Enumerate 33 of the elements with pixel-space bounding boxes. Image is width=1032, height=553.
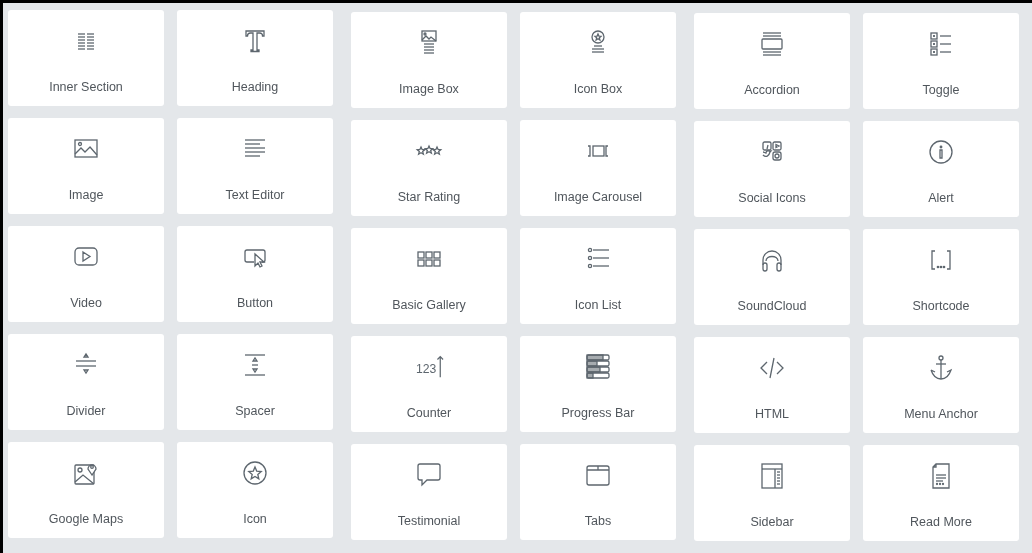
- widget-button[interactable]: Sidebar: [694, 445, 850, 541]
- widget-button[interactable]: Icon List: [520, 228, 676, 324]
- widget-button[interactable]: Accordion: [694, 13, 850, 109]
- progress-bars-icon: [583, 352, 613, 382]
- info-icon: [926, 137, 956, 167]
- widget-button[interactable]: Read More: [863, 445, 1019, 541]
- widget-button[interactable]: Alert: [863, 121, 1019, 217]
- widget-button[interactable]: Testimonial: [351, 444, 507, 540]
- widget-button[interactable]: Star Rating: [351, 120, 507, 216]
- widget-button[interactable]: Text Editor: [177, 118, 333, 214]
- widget-button[interactable]: Menu Anchor: [863, 337, 1019, 433]
- widget-button[interactable]: SoundCloud: [694, 229, 850, 325]
- widget-button[interactable]: Tabs: [520, 444, 676, 540]
- widget-button[interactable]: Inner Section: [8, 10, 164, 106]
- widget-button[interactable]: Google Maps: [8, 442, 164, 538]
- widget-button[interactable]: Divider: [8, 334, 164, 430]
- widget-button[interactable]: Image Box: [351, 12, 507, 108]
- widget-button[interactable]: Icon Box: [520, 12, 676, 108]
- widget-button[interactable]: Social Icons: [694, 121, 850, 217]
- widget-button[interactable]: Icon: [177, 442, 333, 538]
- widget-button[interactable]: Video: [8, 226, 164, 322]
- widget-button[interactable]: HTML: [694, 337, 850, 433]
- widget-button[interactable]: Heading: [177, 10, 333, 106]
- widget-button[interactable]: Progress Bar: [520, 336, 676, 432]
- widget-button[interactable]: Spacer: [177, 334, 333, 430]
- widget-button[interactable]: Toggle: [863, 13, 1019, 109]
- widget-button[interactable]: Shortcode: [863, 229, 1019, 325]
- widget-button[interactable]: Image Carousel: [520, 120, 676, 216]
- widget-button[interactable]: Basic Gallery: [351, 228, 507, 324]
- widget-button[interactable]: Button: [177, 226, 333, 322]
- star-circle-icon: [240, 458, 270, 488]
- widget-button[interactable]: 123 Counter: [351, 336, 507, 432]
- widget-button[interactable]: Image: [8, 118, 164, 214]
